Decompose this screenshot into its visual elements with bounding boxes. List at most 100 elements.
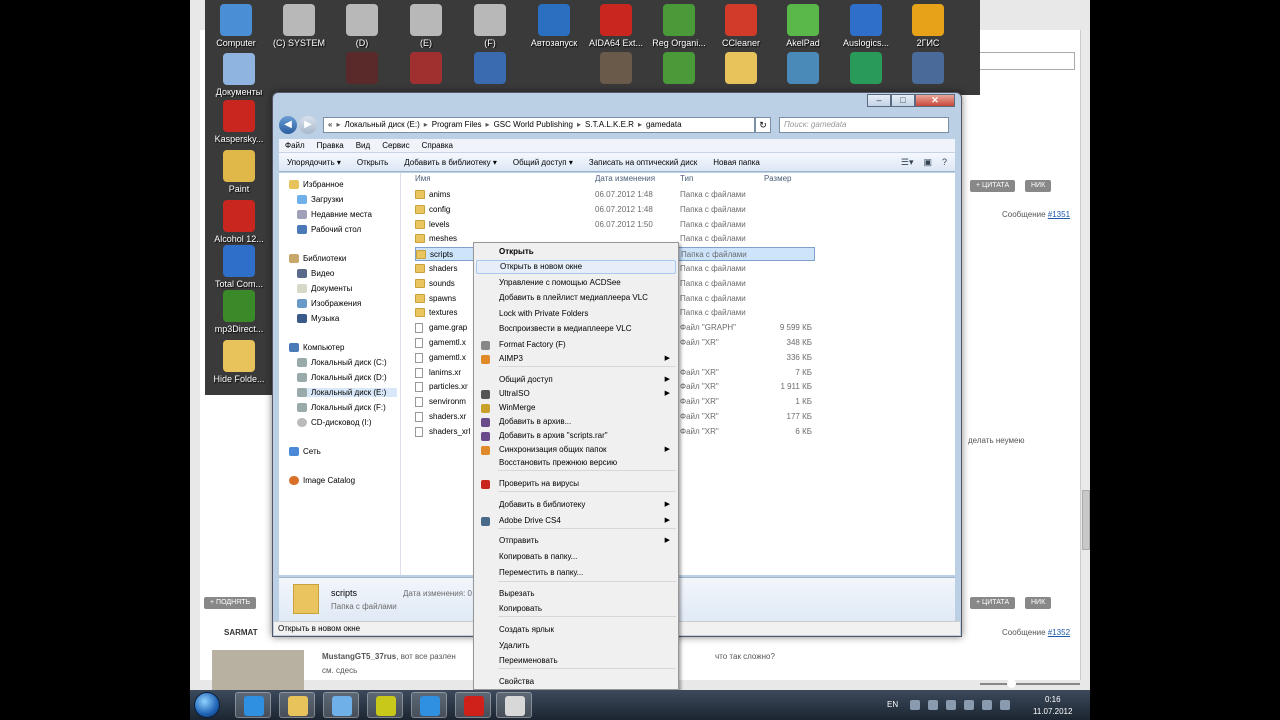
- clock-date[interactable]: 11.07.2012: [1033, 707, 1072, 716]
- network-tray-icon[interactable]: [1000, 700, 1010, 710]
- desktop-shortcut-7[interactable]: [835, 52, 897, 86]
- desktop-icon-11[interactable]: 2ГИС: [897, 4, 959, 48]
- breadcrumb-separator-icon[interactable]: ▸: [577, 120, 581, 129]
- address-bar[interactable]: « ▸ Локальный диск (E:) ▸ Program Files ▸ GSC …: [323, 117, 755, 133]
- help-icon[interactable]: ?: [942, 157, 947, 168]
- desktop-left-icon-3[interactable]: Alcohol 12...: [208, 200, 270, 244]
- scrollbar-thumb[interactable]: [1082, 490, 1090, 550]
- minimize-button[interactable]: –: [867, 94, 891, 107]
- nav-favorites[interactable]: Избранное: [289, 180, 344, 189]
- context-menu-item[interactable]: WinMerge: [476, 401, 676, 415]
- nav-desktop[interactable]: Рабочий стол: [297, 225, 361, 234]
- context-menu-item[interactable]: Удалить: [476, 639, 676, 653]
- nav-music[interactable]: Музыка: [297, 314, 339, 323]
- desktop-icon-0[interactable]: Computer: [205, 4, 267, 48]
- back-button[interactable]: ◀: [279, 116, 297, 134]
- column-size[interactable]: Размер: [764, 174, 792, 183]
- context-menu-item[interactable]: Добавить в архив...: [476, 415, 676, 429]
- desktop-icon-9[interactable]: AkelPad: [772, 4, 834, 48]
- message-link-1[interactable]: #1351: [1048, 210, 1070, 219]
- poster-name[interactable]: MustangGT5_37rus: [322, 652, 396, 661]
- context-menu-item[interactable]: Переименовать: [476, 654, 676, 668]
- quote-button[interactable]: + ЦИТАТА: [970, 180, 1016, 192]
- context-menu-item[interactable]: Открыть в новом окне: [476, 260, 676, 274]
- menu-item[interactable]: Вид: [350, 139, 376, 152]
- nick-button-2[interactable]: НИК: [1025, 597, 1052, 609]
- media-slider[interactable]: [980, 679, 1080, 689]
- breadcrumb-item[interactable]: Program Files: [432, 120, 482, 129]
- desktop-left-icon-2[interactable]: Paint: [208, 150, 270, 194]
- context-menu-item[interactable]: Управление с помощью ACDSee: [476, 276, 676, 290]
- nav-network[interactable]: Сеть: [289, 447, 321, 456]
- desktop-shortcut-1[interactable]: [395, 52, 457, 86]
- desktop-shortcut-4[interactable]: [648, 52, 710, 86]
- desktop-shortcut-0[interactable]: [331, 52, 393, 86]
- tray-icon-4[interactable]: [964, 700, 974, 710]
- folder-row[interactable]: anims 06.07.2012 1:48 Папка с файлами: [415, 188, 815, 202]
- view-options-icon[interactable]: ☰▾: [901, 157, 914, 168]
- desktop-left-icon-0[interactable]: Документы: [208, 53, 270, 97]
- desktop-shortcut-2[interactable]: [459, 52, 521, 86]
- desktop-left-icon-1[interactable]: Kaspersky...: [208, 100, 270, 144]
- taskbar-window-app[interactable]: [496, 692, 532, 718]
- slider-knob[interactable]: [1007, 679, 1016, 688]
- menu-item[interactable]: Правка: [311, 139, 350, 152]
- context-menu-item[interactable]: Добавить в плейлист медиаплеера VLC: [476, 291, 676, 305]
- search-input[interactable]: Поиск: gamedata: [779, 117, 949, 133]
- desktop-icon-10[interactable]: Auslogics...: [835, 4, 897, 48]
- user-name[interactable]: SARMAT: [224, 628, 258, 637]
- context-menu-item[interactable]: Format Factory (F): [476, 338, 676, 352]
- nav-disk-d[interactable]: Локальный диск (D:): [297, 373, 387, 382]
- nav-disk-c[interactable]: Локальный диск (C:): [297, 358, 387, 367]
- desktop-shortcut-5[interactable]: [710, 52, 772, 86]
- context-menu-item[interactable]: Копировать в папку...: [476, 550, 676, 564]
- breadcrumb-item[interactable]: gamedata: [646, 120, 682, 129]
- forward-button[interactable]: ▶: [299, 116, 317, 134]
- breadcrumb-separator-icon[interactable]: ▸: [336, 120, 340, 129]
- column-name[interactable]: Имя: [415, 174, 431, 183]
- nav-disk-e[interactable]: Локальный диск (E:): [297, 388, 397, 397]
- toolbar-button[interactable]: Открыть: [349, 158, 396, 167]
- tray-icon-2[interactable]: [928, 700, 938, 710]
- breadcrumb-item[interactable]: S.T.A.L.K.E.R: [585, 120, 634, 129]
- clock-time[interactable]: 0:16: [1045, 695, 1061, 704]
- context-menu-item[interactable]: Открыть: [476, 245, 676, 259]
- context-menu-item[interactable]: Проверить на вирусы: [476, 477, 676, 491]
- breadcrumb-separator-icon[interactable]: ▸: [638, 120, 642, 129]
- context-menu-item[interactable]: Общий доступ ▶: [476, 373, 676, 387]
- context-menu-item[interactable]: Переместить в папку...: [476, 566, 676, 580]
- preview-pane-icon[interactable]: ▣: [923, 157, 932, 168]
- taskbar-explorer-app[interactable]: [279, 692, 315, 718]
- nav-video[interactable]: Видео: [297, 269, 334, 278]
- desktop-shortcut-3[interactable]: [585, 52, 647, 86]
- browser-address-bar[interactable]: [965, 52, 1075, 70]
- breadcrumb-separator-icon[interactable]: ▸: [486, 120, 490, 129]
- menu-item[interactable]: Справка: [416, 139, 459, 152]
- maximize-button[interactable]: □: [891, 94, 915, 107]
- nav-recent[interactable]: Недавние места: [297, 210, 372, 219]
- address-overflow[interactable]: «: [328, 120, 332, 129]
- toolbar-button[interactable]: Упорядочить ▾: [279, 158, 349, 167]
- nav-disk-f[interactable]: Локальный диск (F:): [297, 403, 386, 412]
- nick-button[interactable]: НИК: [1025, 180, 1052, 192]
- context-menu-item[interactable]: Восстановить прежнюю версию: [476, 456, 676, 470]
- toolbar-button[interactable]: Общий доступ ▾: [505, 158, 581, 167]
- nav-computer[interactable]: Компьютер: [289, 343, 344, 352]
- nav-image-catalog[interactable]: Image Catalog: [289, 476, 355, 485]
- breadcrumb-item[interactable]: GSC World Publishing: [494, 120, 573, 129]
- taskbar-opera-app[interactable]: [455, 692, 491, 718]
- desktop-shortcut-8[interactable]: [897, 52, 959, 86]
- context-menu-item[interactable]: UltraISO ▶: [476, 387, 676, 401]
- toolbar-button[interactable]: Новая папка: [705, 158, 768, 167]
- column-date[interactable]: Дата изменения: [595, 174, 655, 183]
- nav-libraries[interactable]: Библиотеки: [289, 254, 346, 263]
- volume-icon[interactable]: [982, 700, 992, 710]
- tray-icon-3[interactable]: [946, 700, 956, 710]
- taskbar-ie2-app[interactable]: [411, 692, 447, 718]
- language-indicator[interactable]: EN: [887, 700, 898, 709]
- nav-cd[interactable]: CD-дисковод (I:): [297, 418, 372, 427]
- menu-item[interactable]: Файл: [279, 139, 311, 152]
- context-menu-item[interactable]: Копировать: [476, 602, 676, 616]
- taskbar-ie-app[interactable]: [235, 692, 271, 718]
- desktop-left-icon-6[interactable]: Hide Folde...: [208, 340, 270, 384]
